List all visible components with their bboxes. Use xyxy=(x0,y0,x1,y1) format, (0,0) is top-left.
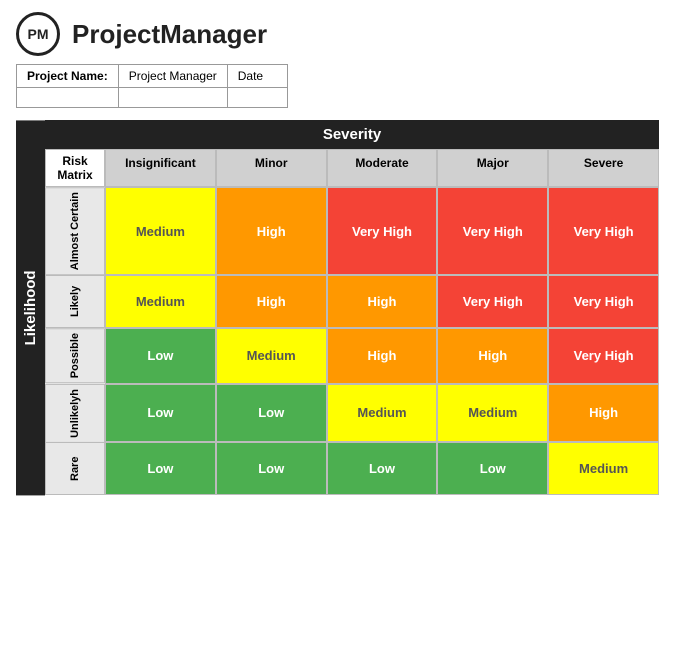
col-header-4: Severe xyxy=(548,149,659,187)
row-label-4: Rare xyxy=(45,442,105,495)
matrix-cell-r0-c4: Very High xyxy=(548,187,659,275)
matrix-cell-r2-c1: Medium xyxy=(216,328,327,383)
matrix-cell-r3-c4: High xyxy=(548,384,659,443)
project-name-label: Project Name: xyxy=(17,65,119,88)
col-header-3: Major xyxy=(437,149,548,187)
matrix-cell-r0-c3: Very High xyxy=(437,187,548,275)
matrix-cell-r3-c2: Medium xyxy=(327,384,438,443)
matrix-cell-r3-c0: Low xyxy=(105,384,216,443)
matrix-cell-r4-c4: Medium xyxy=(548,442,659,495)
brand-name: ProjectManager xyxy=(72,19,267,50)
project-name-value[interactable] xyxy=(17,88,119,108)
matrix-cell-r0-c2: Very High xyxy=(327,187,438,275)
logo: PM xyxy=(16,12,60,56)
date-label: Date xyxy=(227,65,287,88)
header: PM ProjectManager xyxy=(0,0,675,64)
date-value[interactable] xyxy=(227,88,287,108)
matrix-cell-r0-c1: High xyxy=(216,187,327,275)
matrix-cell-r1-c0: Medium xyxy=(105,275,216,328)
project-manager-label: Project Manager xyxy=(118,65,227,88)
matrix-cell-r4-c2: Low xyxy=(327,442,438,495)
matrix-cell-r2-c3: High xyxy=(437,328,548,383)
row-label-1: Likely xyxy=(45,275,105,328)
row-label-3: Unlikelyh xyxy=(45,384,105,443)
matrix-cell-r4-c0: Low xyxy=(105,442,216,495)
matrix-cell-r0-c0: Medium xyxy=(105,187,216,275)
matrix-cell-r3-c3: Medium xyxy=(437,384,548,443)
matrix-cell-r1-c3: Very High xyxy=(437,275,548,328)
col-header-1: Minor xyxy=(216,149,327,187)
col-header-0: Insignificant xyxy=(105,149,216,187)
project-manager-value[interactable] xyxy=(118,88,227,108)
matrix-cell-r4-c1: Low xyxy=(216,442,327,495)
row-label-2: Possible xyxy=(45,328,105,383)
col-header-2: Moderate xyxy=(327,149,438,187)
severity-header: Severity xyxy=(45,120,659,149)
matrix-section: Likelihood Severity Risk Matrix Insignif… xyxy=(16,120,659,495)
matrix-cell-r2-c2: High xyxy=(327,328,438,383)
project-info-table: Project Name: Project Manager Date xyxy=(16,64,659,108)
likelihood-label: Likelihood xyxy=(16,120,45,495)
matrix-cell-r3-c1: Low xyxy=(216,384,327,443)
matrix-grid: Risk Matrix InsignificantMinorModerateMa… xyxy=(45,149,659,495)
matrix-inner: Severity Risk Matrix InsignificantMinorM… xyxy=(45,120,659,495)
corner-cell: Risk Matrix xyxy=(45,149,105,187)
matrix-cell-r2-c0: Low xyxy=(105,328,216,383)
matrix-cell-r4-c3: Low xyxy=(437,442,548,495)
matrix-cell-r2-c4: Very High xyxy=(548,328,659,383)
matrix-cell-r1-c4: Very High xyxy=(548,275,659,328)
row-label-0: Almost Certain xyxy=(45,187,105,275)
matrix-cell-r1-c2: High xyxy=(327,275,438,328)
matrix-cell-r1-c1: High xyxy=(216,275,327,328)
